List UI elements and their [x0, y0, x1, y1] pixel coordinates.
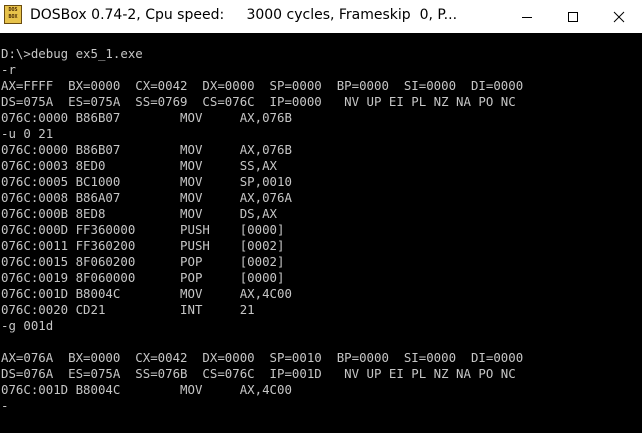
console-line: 076C:0019 8F060000 POP [0000] — [1, 270, 285, 285]
console-line: -u 0 21 — [1, 126, 54, 141]
console-line: -r — [1, 62, 16, 77]
console-line: 076C:0015 8F060200 POP [0002] — [1, 254, 285, 269]
minimize-button[interactable] — [504, 0, 550, 33]
console-line: 076C:0000 B86B07 MOV AX,076B — [1, 110, 292, 125]
console-line: -g 001d — [1, 318, 54, 333]
console-line: AX=076A BX=0000 CX=0042 DX=0000 SP=0010 … — [1, 350, 524, 365]
console-line: DS=076A ES=075A SS=076B CS=076C IP=001D … — [1, 366, 516, 381]
console-line: AX=FFFF BX=0000 CX=0042 DX=0000 SP=0000 … — [1, 78, 524, 93]
app-icon-label-top: DOS — [8, 7, 18, 13]
dosbox-window: DOS BOX DOSBox 0.74-2, Cpu speed: 3000 c… — [0, 0, 642, 433]
console-line: DS=075A ES=075A SS=0769 CS=076C IP=0000 … — [1, 94, 516, 109]
console-line: 076C:0003 8ED0 MOV SS,AX — [1, 158, 278, 173]
app-icon-label-bottom: BOX — [8, 14, 18, 20]
window-title: DOSBox 0.74-2, Cpu speed: 3000 cycles, F… — [30, 7, 458, 23]
console-line: 076C:001D B8004C MOV AX,4C00 — [1, 286, 292, 301]
console-line: 076C:001D B8004C MOV AX,4C00 — [1, 382, 292, 397]
console-line: 076C:0011 FF360200 PUSH [0002] — [1, 238, 285, 253]
minimize-icon — [522, 16, 532, 18]
dos-console-output[interactable]: D:\>debug ex5_1.exe -r AX=FFFF BX=0000 CX=… — [1, 46, 641, 431]
console-line: 076C:0005 BC1000 MOV SP,0010 — [1, 174, 292, 189]
console-line: 076C:000B 8ED8 MOV DS,AX — [1, 206, 278, 221]
console-line: - — [1, 398, 9, 413]
dosbox-app-icon[interactable]: DOS BOX — [4, 5, 22, 24]
close-button[interactable] — [596, 0, 642, 33]
console-line: 076C:0008 B86A07 MOV AX,076A — [1, 190, 292, 205]
maximize-button[interactable] — [550, 0, 596, 33]
close-icon — [613, 11, 625, 22]
console-line: 076C:0020 CD21 INT 21 — [1, 302, 255, 317]
console-line: 076C:000D FF360000 PUSH [0000] — [1, 222, 285, 237]
console-line: 076C:0000 B86B07 MOV AX,076B — [1, 142, 292, 157]
console-line: D:\>debug ex5_1.exe — [1, 46, 143, 61]
title-bar[interactable]: DOS BOX DOSBox 0.74-2, Cpu speed: 3000 c… — [0, 0, 642, 33]
maximize-icon — [568, 11, 578, 22]
